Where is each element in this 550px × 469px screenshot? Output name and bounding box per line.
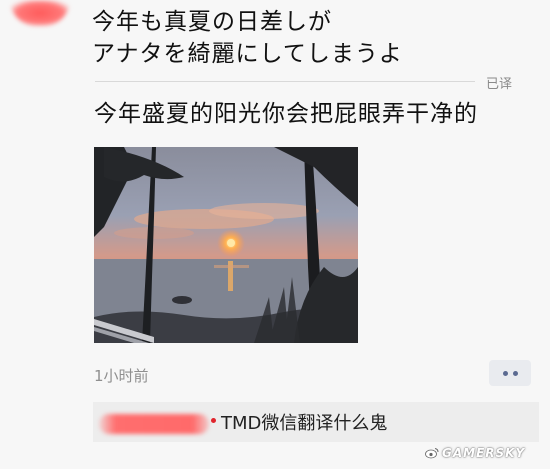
post-timestamp: 1小时前 [94,367,149,385]
watermark: GAMERSKY [425,446,525,460]
original-text: 今年も真夏の日差しが アナタを綺麗にしてしまうよ [92,6,532,70]
watermark-text: GAMERSKY [442,446,526,460]
weibo-logo-icon [425,448,439,459]
original-line-2: アナタを綺麗にしてしまうよ [92,41,403,67]
comment-separator-dot [211,418,216,423]
redacted-avatar [10,0,70,26]
translation-divider [95,81,475,82]
more-dots-icon [512,370,518,376]
comment-text: TMD微信翻译什么鬼 [221,413,388,434]
translated-tag: 已译 [486,77,513,92]
sunset-photo-image [94,147,358,343]
more-dots-icon [502,370,508,376]
translation-text: 今年盛夏的阳光你会把屁眼弄干净的 [94,101,478,127]
post-photo[interactable] [94,147,358,343]
comment-item[interactable]: TMD微信翻译什么鬼 [93,402,539,442]
more-actions-button[interactable] [489,360,531,386]
original-line-1: 今年も真夏の日差しが [92,9,332,35]
redacted-commenter-name [99,414,209,434]
